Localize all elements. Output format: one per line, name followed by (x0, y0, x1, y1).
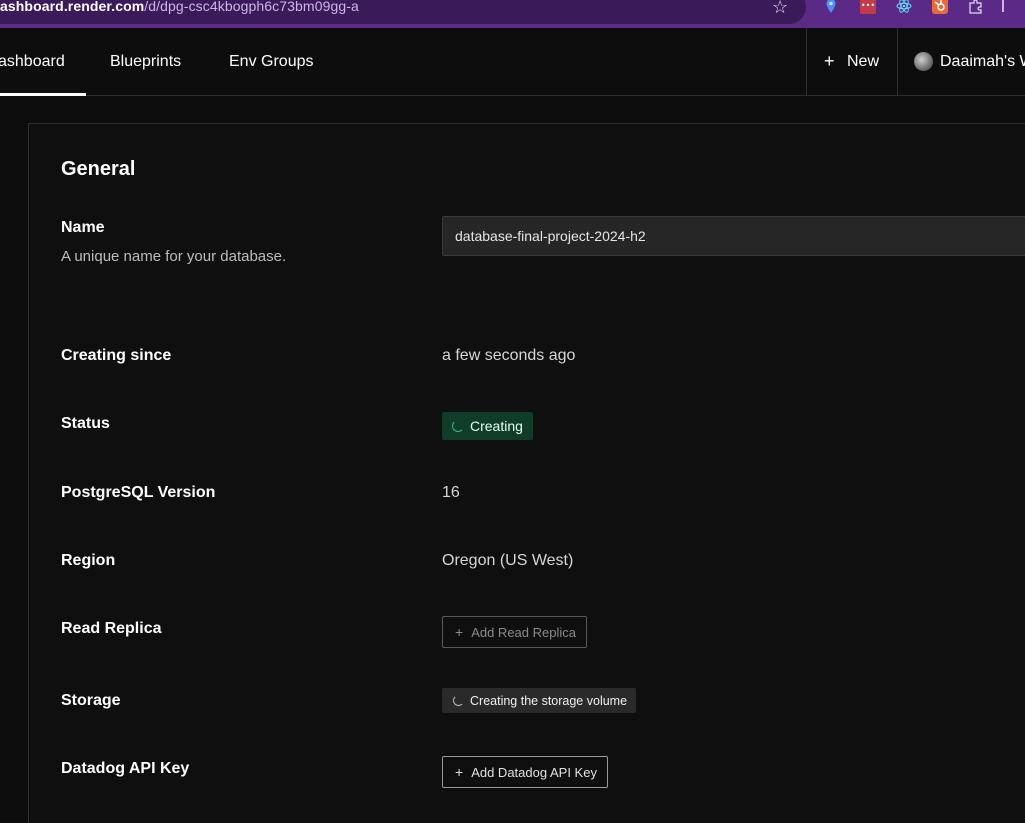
star-icon[interactable]: ☆ (772, 0, 788, 18)
storage-label: Storage (61, 692, 121, 709)
read-replica-label: Read Replica (61, 620, 162, 637)
spinner-icon (453, 695, 464, 706)
add-read-replica-button[interactable]: + Add Read Replica (442, 616, 587, 648)
top-navigation: ashboard Blueprints Env Groups + New Daa… (0, 28, 1025, 96)
avatar (914, 52, 933, 71)
address-bar[interactable]: ashboard.render.com/d/dpg-csc4kbogph6c73… (0, 0, 806, 24)
add-read-replica-label: Add Read Replica (471, 624, 576, 640)
postgres-version-label: PostgreSQL Version (61, 484, 216, 501)
hubspot-icon[interactable] (932, 0, 948, 14)
add-datadog-api-key-label: Add Datadog API Key (471, 764, 597, 780)
postgres-version-value: 16 (442, 484, 460, 501)
plus-icon: + (824, 51, 835, 71)
tab-blueprints[interactable]: Blueprints (110, 28, 181, 95)
browser-toolbar: ashboard.render.com/d/dpg-csc4kbogph6c73… (0, 0, 1025, 28)
svg-text:•••: ••• (861, 1, 875, 10)
database-name-input[interactable] (442, 216, 1025, 256)
add-datadog-api-key-button[interactable]: + Add Datadog API Key (442, 756, 608, 788)
region-value: Oregon (US West) (442, 552, 574, 569)
location-pin-icon[interactable] (823, 0, 839, 14)
name-help-text: A unique name for your database. (61, 248, 287, 265)
creating-since-label: Creating since (61, 347, 172, 364)
password-manager-icon[interactable]: ••• (860, 0, 876, 14)
name-label: Name (61, 219, 105, 236)
tab-env-groups[interactable]: Env Groups (229, 28, 313, 95)
spinner-icon (452, 420, 464, 432)
url-host: ashboard.render.com (0, 0, 145, 14)
react-devtools-icon[interactable] (896, 0, 912, 14)
toolbar-separator (1002, 0, 1004, 12)
plus-icon: + (455, 764, 464, 780)
datadog-label: Datadog API Key (61, 760, 190, 777)
new-button-label: New (847, 53, 880, 70)
workspace-switcher[interactable]: Daaimah's W (898, 28, 1025, 95)
tab-dashboard[interactable]: ashboard (0, 28, 86, 96)
status-value: Creating (470, 418, 523, 434)
url-path: /d/dpg-csc4kbogph6c73bm09gg-a (144, 0, 359, 14)
url-text[interactable]: ashboard.render.com/d/dpg-csc4kbogph6c73… (0, 0, 359, 14)
creating-since-value: a few seconds ago (442, 347, 576, 364)
new-button[interactable]: + New (807, 28, 897, 95)
workspace-name: Daaimah's W (940, 53, 1025, 70)
section-title: General (61, 158, 136, 180)
status-badge: Creating (442, 412, 533, 440)
puzzle-icon[interactable] (968, 0, 984, 14)
storage-value: Creating the storage volume (470, 693, 628, 708)
status-label: Status (61, 415, 110, 432)
plus-icon: + (455, 624, 464, 640)
storage-status-badge: Creating the storage volume (442, 688, 637, 713)
region-label: Region (61, 552, 116, 569)
